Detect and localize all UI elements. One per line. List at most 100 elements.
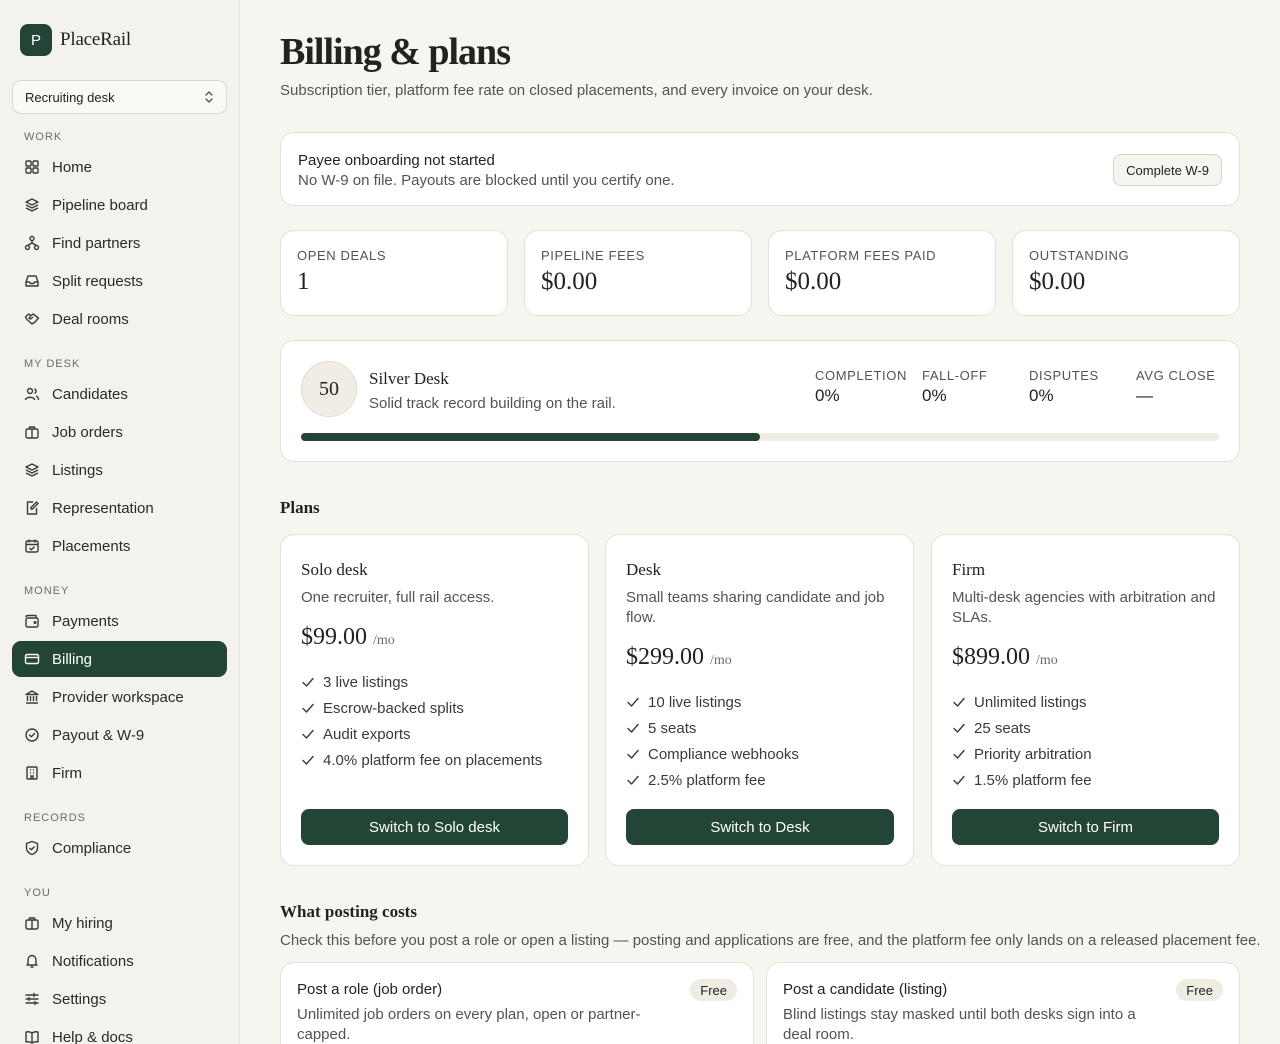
sidebar-item-label: Pipeline board [52,196,148,214]
sidebar-item-label: Billing [52,650,93,668]
sidebar-item-label: Find partners [52,234,141,252]
sidebar-item-pipeline[interactable]: Pipeline board [12,187,227,223]
sidebar-item-label: Candidates [52,385,128,403]
plan-feature-list: 3 live listings Escrow-backed splits Aud… [301,669,542,773]
banner-text: No W-9 on file. Payouts are blocked unti… [298,172,675,189]
metric-value: 0% [815,386,840,405]
plan-name: Firm [952,560,986,579]
complete-w9-button[interactable]: Complete W-9 [1113,154,1222,186]
check-icon [627,723,639,733]
plan-feature: Priority arbitration [952,741,1092,767]
sidebar-item-settings[interactable]: Settings [12,981,227,1017]
sidebar-item-compliance[interactable]: Compliance [12,830,227,866]
posting-costs-heading: What posting costs [280,902,417,921]
sidebar-item-payout[interactable]: Payout & W-9 [12,717,227,753]
metric-value: 0% [1029,386,1054,405]
stat-card-pipeline-fees: PIPELINE FEES $0.00 [524,230,752,316]
plan-feature: 4.0% platform fee on placements [301,747,542,773]
switch-to-solo-desk-button[interactable]: Switch to Solo desk [301,809,568,845]
desk-selector[interactable]: Recruiting desk [12,80,227,114]
sidebar-item-partners[interactable]: Find partners [12,225,227,261]
sidebar-item-listings[interactable]: Listings [12,452,227,488]
switch-to-desk-button[interactable]: Switch to Desk [626,809,894,845]
sidebar-item-label: Placements [52,537,131,555]
switch-to-firm-button[interactable]: Switch to Firm [952,809,1219,845]
metric-disputes: DISPUTES 0% [1029,368,1099,406]
sidebar-item-label: Compliance [52,839,132,857]
sidebar-item-job-orders[interactable]: Job orders [12,414,227,450]
stat-value: 1 [297,268,310,295]
stat-card-platform-fees-paid: PLATFORM FEES PAID $0.00 [768,230,996,316]
check-icon [627,775,639,785]
sidebar-item-label: Split requests [52,272,143,290]
sidebar-item-representation[interactable]: Representation [12,490,227,526]
sidebar-item-label: Firm [52,764,82,782]
sidebar-item-firm[interactable]: Firm [12,755,227,791]
plan-feature: Unlimited listings [952,689,1092,715]
layers-icon [25,198,39,212]
plan-feature-list: 10 live listings 5 seats Compliance webh… [626,689,799,793]
chevron-up-down-icon [205,91,213,103]
plan-feature: Audit exports [301,721,542,747]
plan-price: $299.00 /mo [626,644,732,671]
plan-feature: 3 live listings [301,669,542,695]
plan-feature-text: 25 seats [974,719,1031,737]
plan-feature: Escrow-backed splits [301,695,542,721]
plan-feature-text: 5 seats [648,719,697,737]
plan-feature: 1.5% platform fee [952,767,1092,793]
handshake-icon [24,313,40,325]
check-icon [302,703,314,713]
stat-label: PIPELINE FEES [541,248,645,263]
brand-logo: P [20,24,52,56]
sliders-icon [25,992,39,1006]
plan-description: Small teams sharing candidate and job fl… [626,589,885,626]
plan-feature-text: 1.5% platform fee [974,771,1092,789]
sidebar-item-billing[interactable]: Billing [12,641,227,677]
nav-section-work: WORK [24,131,63,143]
sidebar-item-label: Listings [52,461,103,479]
briefcase-icon [25,917,39,930]
plan-description: Multi-desk agencies with arbitration and… [952,589,1216,626]
nav-section-you: YOU [24,887,51,899]
check-icon [302,677,314,687]
metric-label: COMPLETION [815,368,907,383]
check-icon [302,755,314,765]
check-icon [953,723,965,733]
sidebar-item-provider[interactable]: Provider workspace [12,679,227,715]
plan-price: $99.00 /mo [301,624,395,651]
sidebar-item-placements[interactable]: Placements [12,528,227,564]
calendar-check-icon [25,539,39,553]
tier-progress-bar [301,433,1219,441]
bell-icon [26,954,38,968]
stat-card-outstanding: OUTSTANDING $0.00 [1012,230,1240,316]
plan-feature-text: 3 live listings [323,673,409,691]
plan-feature: 5 seats [626,715,799,741]
sidebar-item-label: Provider workspace [52,688,184,706]
network-icon [24,235,40,251]
sidebar-item-help[interactable]: Help & docs [12,1019,227,1044]
brand-name: PlaceRail [60,29,132,50]
post-card-title: Post a role (job order) [297,981,443,998]
brand[interactable]: P PlaceRail [20,24,131,56]
posting-costs-subtitle: Check this before you post a role or ope… [280,932,1261,949]
sidebar-item-label: Help & docs [52,1028,133,1044]
post-role-card: Post a role (job order) Free Unlimited j… [280,962,754,1044]
sidebar-item-deals[interactable]: Deal rooms [12,301,227,337]
stat-value: $0.00 [1029,268,1086,295]
sidebar-item-label: Payments [52,612,119,630]
sidebar-item-label: My hiring [52,914,113,932]
sidebar-item-my-hiring[interactable]: My hiring [12,905,227,941]
check-circle-icon [25,728,39,742]
sidebar-item-notifications[interactable]: Notifications [12,943,227,979]
sidebar-item-label: Representation [52,499,154,517]
metric-label: AVG CLOSE [1136,368,1216,383]
free-badge: Free [1176,979,1223,1001]
sidebar-item-payments[interactable]: Payments [12,603,227,639]
sidebar-item-splits[interactable]: Split requests [12,263,227,299]
sidebar-item-home[interactable]: Home [12,149,227,185]
plan-price-period: /mo [710,653,732,668]
plan-price-period: /mo [1036,653,1058,668]
metric-label: FALL-OFF [922,368,988,383]
stat-card-open-deals: OPEN DEALS 1 [280,230,508,316]
sidebar-item-candidates[interactable]: Candidates [12,376,227,412]
